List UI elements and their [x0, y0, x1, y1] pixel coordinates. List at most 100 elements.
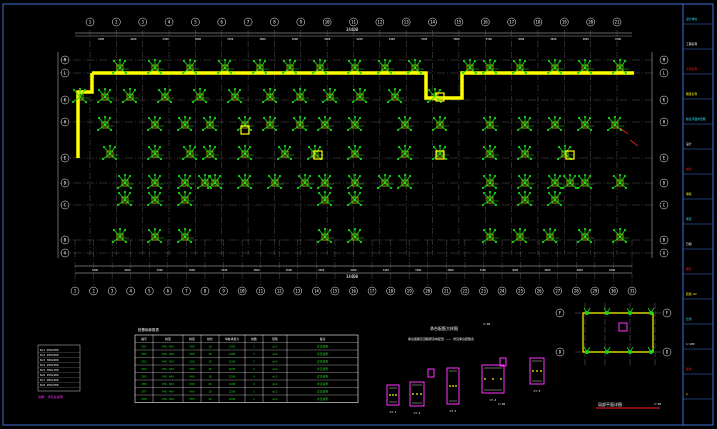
pile-dot: [304, 100, 308, 104]
pile-dot: [109, 100, 113, 104]
title-block-text: 审定: [686, 217, 692, 221]
pile-table-cell: 18: [208, 352, 212, 356]
pile-dot: [193, 59, 197, 63]
pile-dot: [262, 88, 266, 92]
legend-note: 说明: 详见总说明: [38, 394, 63, 399]
pile-dot: [329, 186, 333, 190]
pile-dot: [318, 58, 322, 62]
pile-dot: [523, 228, 527, 232]
axis-bottom-25-label: 25: [518, 289, 523, 294]
pile-dot: [219, 186, 223, 190]
foundation-plan: [57, 30, 655, 285]
axis-right-E-label: E: [663, 156, 666, 161]
pile-dot: [268, 115, 272, 119]
axis-top-18-label: 18: [536, 20, 541, 25]
section-marker: [629, 139, 639, 147]
pile-dot: [516, 157, 520, 161]
pile-dot: [228, 59, 232, 63]
pile-dot: [191, 100, 195, 104]
axis-bottom-23-label: 23: [481, 289, 486, 294]
center-note: 承台配筋大样图 1:30 承台底筋及顶筋按双向配置 ——— 详见承台配筋表: [408, 322, 490, 341]
pile-dot: [494, 186, 498, 190]
pile-dot: [353, 58, 357, 62]
pile-table-cell: 详见说明: [317, 352, 328, 356]
pile-dot: [146, 157, 150, 161]
pile-cap: [201, 115, 219, 132]
pile-table-cell: PHC-400: [162, 375, 174, 379]
pile-dot: [517, 174, 521, 178]
pile-dot: [559, 186, 563, 190]
pile-dot: [528, 191, 532, 195]
pile-table-header: 配筋: [272, 337, 278, 341]
pile-dot: [311, 71, 315, 75]
pile-dot: [493, 191, 497, 195]
pile-dot: [387, 88, 391, 92]
pile-dot: [124, 240, 128, 244]
pile-cap: [146, 190, 164, 207]
pile-dot: [553, 173, 557, 177]
pile-dot: [511, 240, 515, 244]
pile-dot: [201, 128, 205, 132]
detail-bar-dot: [392, 394, 394, 396]
pile-dot: [547, 174, 551, 178]
pile-dot: [576, 71, 580, 75]
title-block-text: 设计单位: [686, 17, 697, 21]
axis-bottom-12-label: 12: [277, 289, 282, 294]
pile-dot: [403, 115, 407, 119]
pile-dot: [618, 227, 622, 231]
pile-dot: [313, 144, 317, 148]
pile-table-cell: 详见说明: [317, 390, 328, 394]
pile-dot: [351, 100, 355, 104]
pile-arm: [177, 182, 186, 189]
axis-bottom-16-label: 16: [351, 289, 356, 294]
pile-cap: [346, 227, 364, 244]
pile-dot: [588, 174, 592, 178]
pile-dot: [574, 186, 578, 190]
pile-dot: [102, 145, 106, 149]
pile-dot: [433, 87, 437, 91]
bay-dimension: 3400: [383, 268, 390, 272]
pile-dot: [438, 88, 442, 92]
pile-dot: [233, 87, 237, 91]
detail-bar-dot: [395, 394, 397, 396]
axis-right-L-label: L: [663, 71, 666, 76]
pile-arm: [439, 117, 446, 126]
pile-dot: [358, 228, 362, 232]
pile-table-cell: 400: [189, 345, 194, 349]
pile-table-cell: 1600: [229, 397, 236, 401]
pile-dot: [557, 145, 561, 149]
title-block-text: 设计: [686, 142, 692, 146]
pile-dot: [264, 71, 268, 75]
pile-dot: [493, 174, 497, 178]
pile-arm: [124, 175, 131, 184]
bay-dimension-top: 3400: [389, 37, 396, 41]
pile-dot: [516, 186, 520, 190]
pile-dot: [237, 174, 241, 178]
pile-dot: [607, 116, 611, 120]
pile-dot: [512, 228, 516, 232]
pile-dot: [146, 186, 150, 190]
pile-arm: [292, 96, 301, 103]
axis-bottom-2-label: 2: [92, 289, 95, 294]
pile-dot: [546, 203, 550, 207]
pile-dot: [524, 71, 528, 75]
pile-dot: [291, 100, 295, 104]
title-block-text: 结施-02: [686, 292, 697, 296]
pile-dot: [116, 186, 120, 190]
axis-bottom-14-label: 14: [314, 289, 319, 294]
pile-dot: [279, 186, 283, 190]
pile-arm: [227, 96, 236, 103]
pile-dot: [134, 100, 138, 104]
axis-bottom-27-label: 27: [555, 289, 560, 294]
pile-dot: [397, 174, 401, 178]
pile-dot: [546, 128, 550, 132]
pile-dot: [204, 100, 208, 104]
pile-dot: [229, 71, 233, 75]
inset-plan: 局部平面详图 1:50 F D F D: [555, 303, 672, 409]
pile-arm: [517, 199, 526, 206]
legend-row-text: KL7 200x400: [40, 378, 59, 382]
pile-dot: [316, 186, 320, 190]
pile-arm: [244, 146, 251, 155]
pile-dot: [236, 186, 240, 190]
pile-dot: [146, 240, 150, 244]
